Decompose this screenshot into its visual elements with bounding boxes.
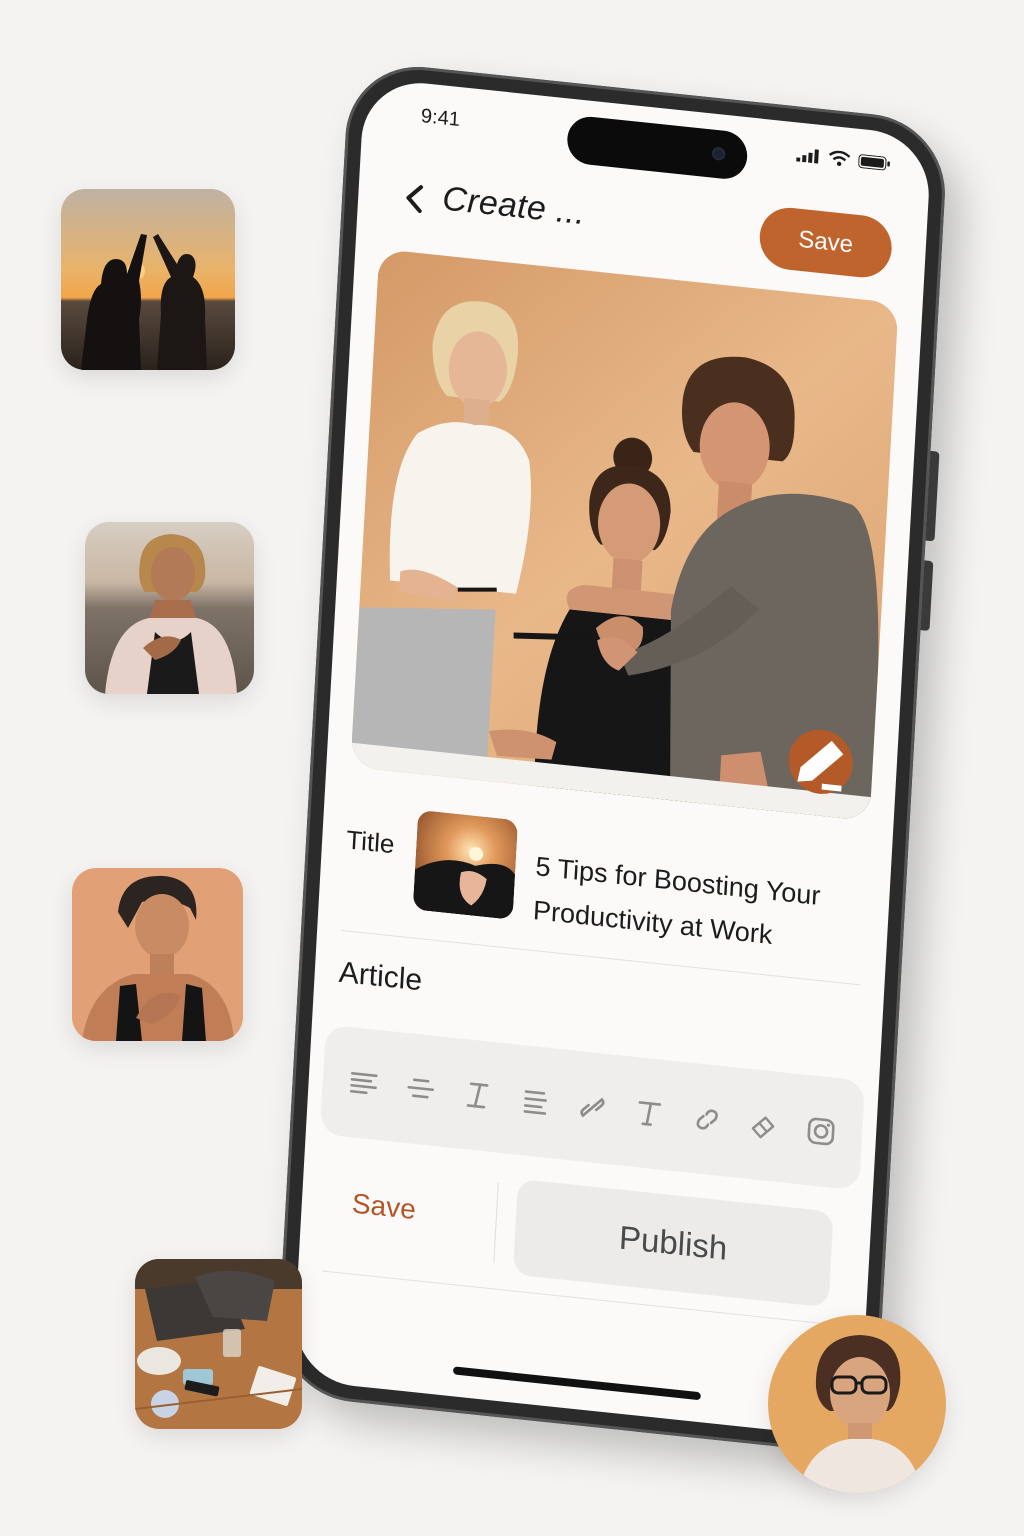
camera-icon[interactable]	[803, 1113, 839, 1150]
publish-button[interactable]: Publish	[512, 1178, 834, 1308]
link-icon[interactable]	[574, 1089, 610, 1126]
save-draft-button[interactable]: Save	[351, 1188, 416, 1227]
app-screen: 9:41 Create ... Save Title 5 Tips for Bo…	[291, 77, 933, 1439]
title-label: Title	[345, 824, 396, 860]
edit-cover-button[interactable]	[786, 726, 855, 798]
status-icons	[796, 146, 891, 172]
italic-icon[interactable]	[460, 1077, 496, 1114]
wifi-icon	[828, 150, 851, 167]
battery-icon	[858, 154, 890, 171]
status-time: 9:41	[420, 105, 461, 132]
save-button[interactable]: Save	[758, 204, 894, 281]
title-value: 5 Tips for Boosting Your Productivity at…	[532, 851, 822, 950]
text-icon[interactable]	[632, 1095, 668, 1132]
list-icon[interactable]	[517, 1083, 553, 1120]
divider	[493, 1182, 499, 1263]
pencil-icon	[797, 740, 844, 792]
title-thumbnail	[412, 809, 519, 920]
link-icon[interactable]	[689, 1101, 725, 1138]
align-left-icon[interactable]	[345, 1065, 381, 1102]
profile-avatar	[768, 1315, 946, 1493]
portrait-photo-tile	[85, 522, 254, 694]
signal-icon	[796, 149, 819, 164]
title-field[interactable]: Title 5 Tips for Boosting Your Productiv…	[342, 795, 868, 979]
eraser-icon[interactable]	[746, 1107, 782, 1144]
page-title: Create ...	[441, 179, 587, 233]
article-label: Article	[337, 955, 424, 998]
cover-image[interactable]	[350, 248, 899, 822]
dynamic-island	[566, 114, 749, 182]
back-button[interactable]	[397, 179, 431, 218]
align-center-icon[interactable]	[403, 1071, 439, 1108]
portrait-photo-tile	[72, 868, 243, 1041]
chevron-left-icon	[406, 185, 424, 214]
camera-icon	[711, 146, 726, 161]
phone-mockup: 9:41 Create ... Save Title 5 Tips for Bo…	[275, 59, 949, 1457]
desk-photo-tile	[135, 1259, 302, 1429]
home-indicator	[452, 1366, 701, 1401]
sunset-photo-tile	[61, 189, 235, 370]
